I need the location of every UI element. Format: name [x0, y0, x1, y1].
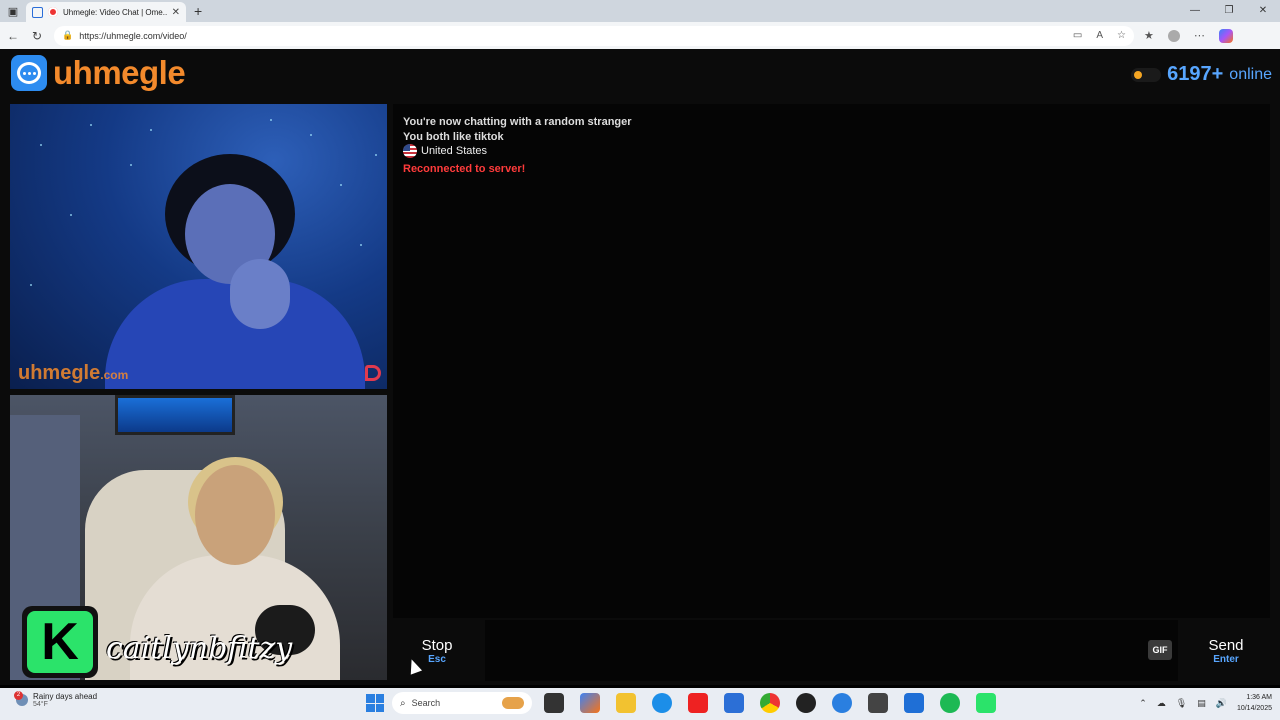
favorite-star-icon[interactable]: ☆: [1117, 30, 1126, 41]
copilot-icon[interactable]: [1218, 28, 1233, 43]
app-icon-dark[interactable]: [868, 693, 888, 713]
cloud-icon[interactable]: ☁: [1157, 698, 1166, 709]
country-name: United States: [421, 145, 488, 157]
profile-avatar[interactable]: [1167, 29, 1180, 42]
report-icon[interactable]: [365, 365, 381, 381]
weather-badge: 2: [14, 691, 23, 700]
address-bar-row: ← ↻ 🔒 https://uhmegle.com/video/ ▭ A ☆ ★…: [0, 22, 1280, 49]
weather-title: Rainy days ahead: [33, 692, 98, 701]
online-counter: 6197+ online: [1131, 63, 1272, 86]
browser-tab-bar: ▣ Uhmegle: Video Chat | Ome... ✕ + — ❐ ✕: [0, 0, 1280, 22]
self-video: K caitlynbfitzy: [10, 395, 387, 680]
send-button[interactable]: Send Enter: [1182, 620, 1270, 681]
tab-actions-icon[interactable]: ▣: [0, 0, 26, 22]
more-menu-icon[interactable]: ⋯: [1194, 29, 1205, 42]
windows-taskbar: 2 Rainy days ahead 54°F ⌕ Search ⌃ ☁ 🎙 ▤: [0, 688, 1280, 720]
store-icon[interactable]: [724, 693, 744, 713]
network-icon[interactable]: ▤: [1197, 698, 1206, 709]
weather-temp: 54°F: [33, 701, 48, 708]
send-shortcut: Enter: [1213, 653, 1239, 665]
new-tab-button[interactable]: +: [194, 3, 202, 19]
online-label: online: [1229, 65, 1272, 83]
stop-button[interactable]: Stop Esc: [393, 620, 481, 681]
chat-common-interest: You both like tiktok: [403, 130, 504, 143]
url-field[interactable]: 🔒 https://uhmegle.com/video/ ▭ A ☆: [54, 25, 1134, 46]
microphone-icon[interactable]: 🎙: [1176, 698, 1187, 709]
camera-permission-icon[interactable]: ▭: [1073, 30, 1082, 41]
search-highlight-icon: [502, 697, 524, 709]
window-controls: — ❐ ✕: [1178, 0, 1280, 22]
weather-icon: 2: [14, 691, 28, 706]
url-text: https://uhmegle.com/video/: [79, 30, 187, 41]
file-explorer-icon[interactable]: [616, 693, 636, 713]
uhmegle-page: uhmegle 6197+ online uhmegle.com K caitl…: [0, 49, 1280, 685]
system-tray: ⌃ ☁ 🎙 ▤ 🔊 1:36 AM 10/14/2025: [1139, 692, 1272, 714]
security-icon[interactable]: [904, 693, 924, 713]
taskbar-search[interactable]: ⌕ Search: [392, 692, 532, 714]
recording-icon: [48, 7, 58, 17]
read-aloud-icon[interactable]: A: [1096, 30, 1103, 41]
message-input[interactable]: GIF: [485, 620, 1178, 681]
copilot-app-icon[interactable]: [580, 693, 600, 713]
favorites-icon[interactable]: ★: [1144, 29, 1154, 42]
send-label: Send: [1208, 636, 1244, 654]
stop-label: Stop: [421, 636, 453, 654]
chrome-icon[interactable]: [760, 693, 780, 713]
kick-app-icon[interactable]: [976, 693, 996, 713]
chat-controls: Stop Esc GIF Send Enter: [393, 620, 1270, 681]
chevron-up-icon[interactable]: ⌃: [1139, 698, 1147, 709]
clock[interactable]: 1:36 AM 10/14/2025: [1237, 692, 1272, 714]
online-count: 6197+: [1167, 63, 1224, 85]
close-window-button[interactable]: ✕: [1246, 0, 1280, 22]
volume-icon[interactable]: 🔊: [1216, 698, 1227, 709]
clock-time: 1:36 AM: [1246, 694, 1272, 701]
stop-shortcut: Esc: [428, 653, 446, 665]
youtube-icon[interactable]: [688, 693, 708, 713]
us-flag-icon: [403, 144, 417, 159]
chat-log: You're now chatting with a random strang…: [393, 104, 1270, 618]
app-icon-blue[interactable]: [832, 693, 852, 713]
spotify-icon[interactable]: [940, 693, 960, 713]
clock-date: 10/14/2025: [1236, 705, 1272, 712]
obs-icon[interactable]: [796, 693, 816, 713]
chat-system-connected: You're now chatting with a random strang…: [403, 116, 632, 128]
lock-icon[interactable]: 🔒: [62, 30, 73, 41]
maximize-button[interactable]: ❐: [1212, 0, 1246, 22]
theme-toggle[interactable]: [1131, 67, 1162, 82]
close-tab-icon[interactable]: ✕: [172, 7, 180, 18]
stranger-video: uhmegle.com: [10, 104, 387, 389]
gif-button[interactable]: GIF: [1148, 640, 1172, 660]
minimize-button[interactable]: —: [1178, 0, 1212, 22]
tab-group-icon: [32, 6, 43, 18]
browser-tab-active[interactable]: Uhmegle: Video Chat | Ome... ✕: [26, 2, 186, 22]
task-view-icon[interactable]: [544, 693, 564, 713]
back-button[interactable]: ←: [6, 29, 20, 43]
tab-title: Uhmegle: Video Chat | Ome...: [63, 7, 167, 17]
video-watermark: uhmegle.com: [18, 362, 129, 384]
chat-country: United States: [403, 144, 1260, 159]
streamer-handle: caitlynbfitzy: [106, 631, 293, 666]
refresh-button[interactable]: ↻: [30, 29, 44, 43]
search-icon: ⌕: [400, 697, 406, 709]
search-placeholder: Search: [411, 698, 441, 708]
windows-start-icon[interactable]: [366, 694, 384, 712]
weather-widget[interactable]: 2 Rainy days ahead 54°F: [14, 691, 98, 708]
taskbar-apps: ⌕ Search: [366, 692, 1000, 714]
chat-bubble-logo-icon: [11, 55, 47, 91]
edge-icon[interactable]: [652, 693, 672, 713]
site-logo[interactable]: uhmegle: [11, 54, 186, 92]
kick-logo-badge: K: [22, 606, 98, 678]
logo-text: uhmegle: [53, 54, 186, 91]
chat-reconnect-status: Reconnected to server!: [403, 162, 526, 175]
